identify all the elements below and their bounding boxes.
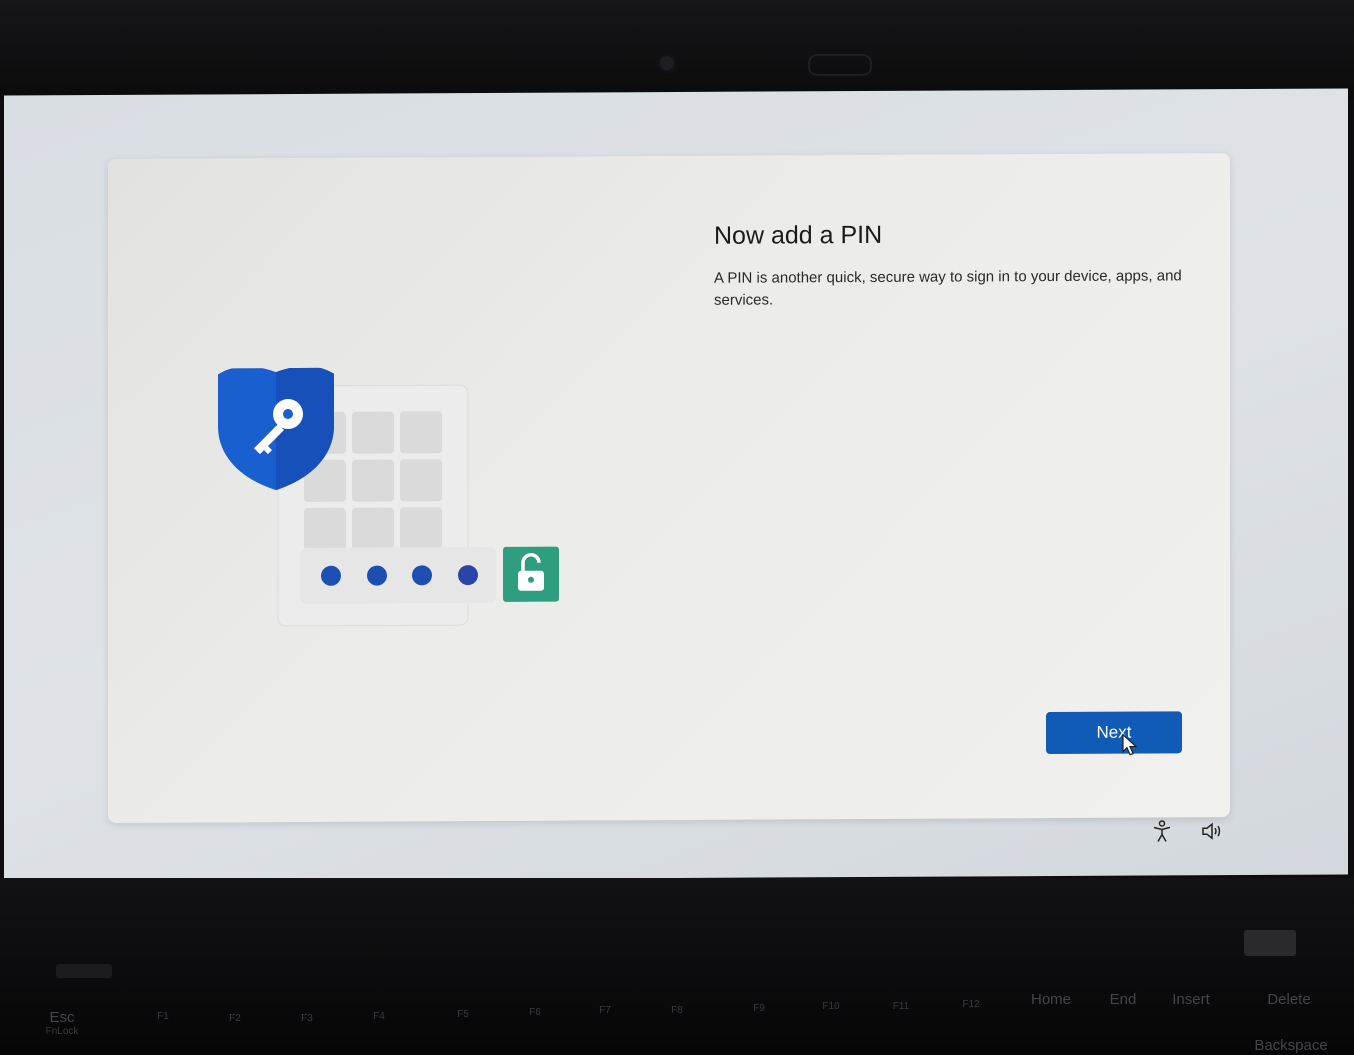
fingerprint-reader (1244, 930, 1296, 956)
key-end: End (1109, 991, 1137, 1008)
privacy-shutter (808, 54, 872, 76)
key-home: Home (1030, 991, 1071, 1008)
setup-screen: Now add a PIN A PIN is another quick, se… (4, 88, 1348, 882)
key-f10: F10 (822, 1001, 840, 1012)
key-esc: Esc FnLock (45, 1009, 79, 1037)
accessibility-icon[interactable] (1150, 819, 1174, 843)
next-button[interactable]: Next (1046, 711, 1182, 755)
key-delete: Delete (1267, 991, 1311, 1008)
unlock-icon (503, 546, 559, 602)
key-backspace: Backspace (1254, 1037, 1328, 1054)
setup-card: Now add a PIN A PIN is another quick, se… (108, 153, 1230, 823)
key-insert: Insert (1172, 991, 1210, 1008)
mouse-cursor-icon (1122, 733, 1138, 756)
laptop-top-bezel (0, 0, 1354, 100)
key-f11: F11 (892, 1001, 910, 1012)
key-f7: F7 (599, 1005, 611, 1016)
key-f3: F3 (301, 1013, 313, 1024)
keyboard-function-row: Esc FnLock F1 F2 F3 F4 F5 F6 F7 F8 F9 F10… (0, 985, 1354, 1055)
page-description: A PIN is another quick, secure way to si… (714, 267, 1182, 309)
page-title: Now add a PIN (714, 220, 883, 250)
volume-icon[interactable] (1200, 819, 1224, 843)
key-f5: F5 (457, 1009, 469, 1020)
webcam (660, 56, 674, 70)
key-f12: F12 (962, 999, 980, 1010)
status-led-bar (56, 964, 112, 978)
key-f2: F2 (229, 1013, 241, 1024)
key-f1: F1 (157, 1011, 169, 1022)
key-f9: F9 (753, 1003, 765, 1014)
key-f4: F4 (373, 1011, 385, 1022)
key-f8: F8 (671, 1005, 683, 1016)
key-f6: F6 (529, 1007, 541, 1018)
pin-illustration (218, 366, 559, 627)
